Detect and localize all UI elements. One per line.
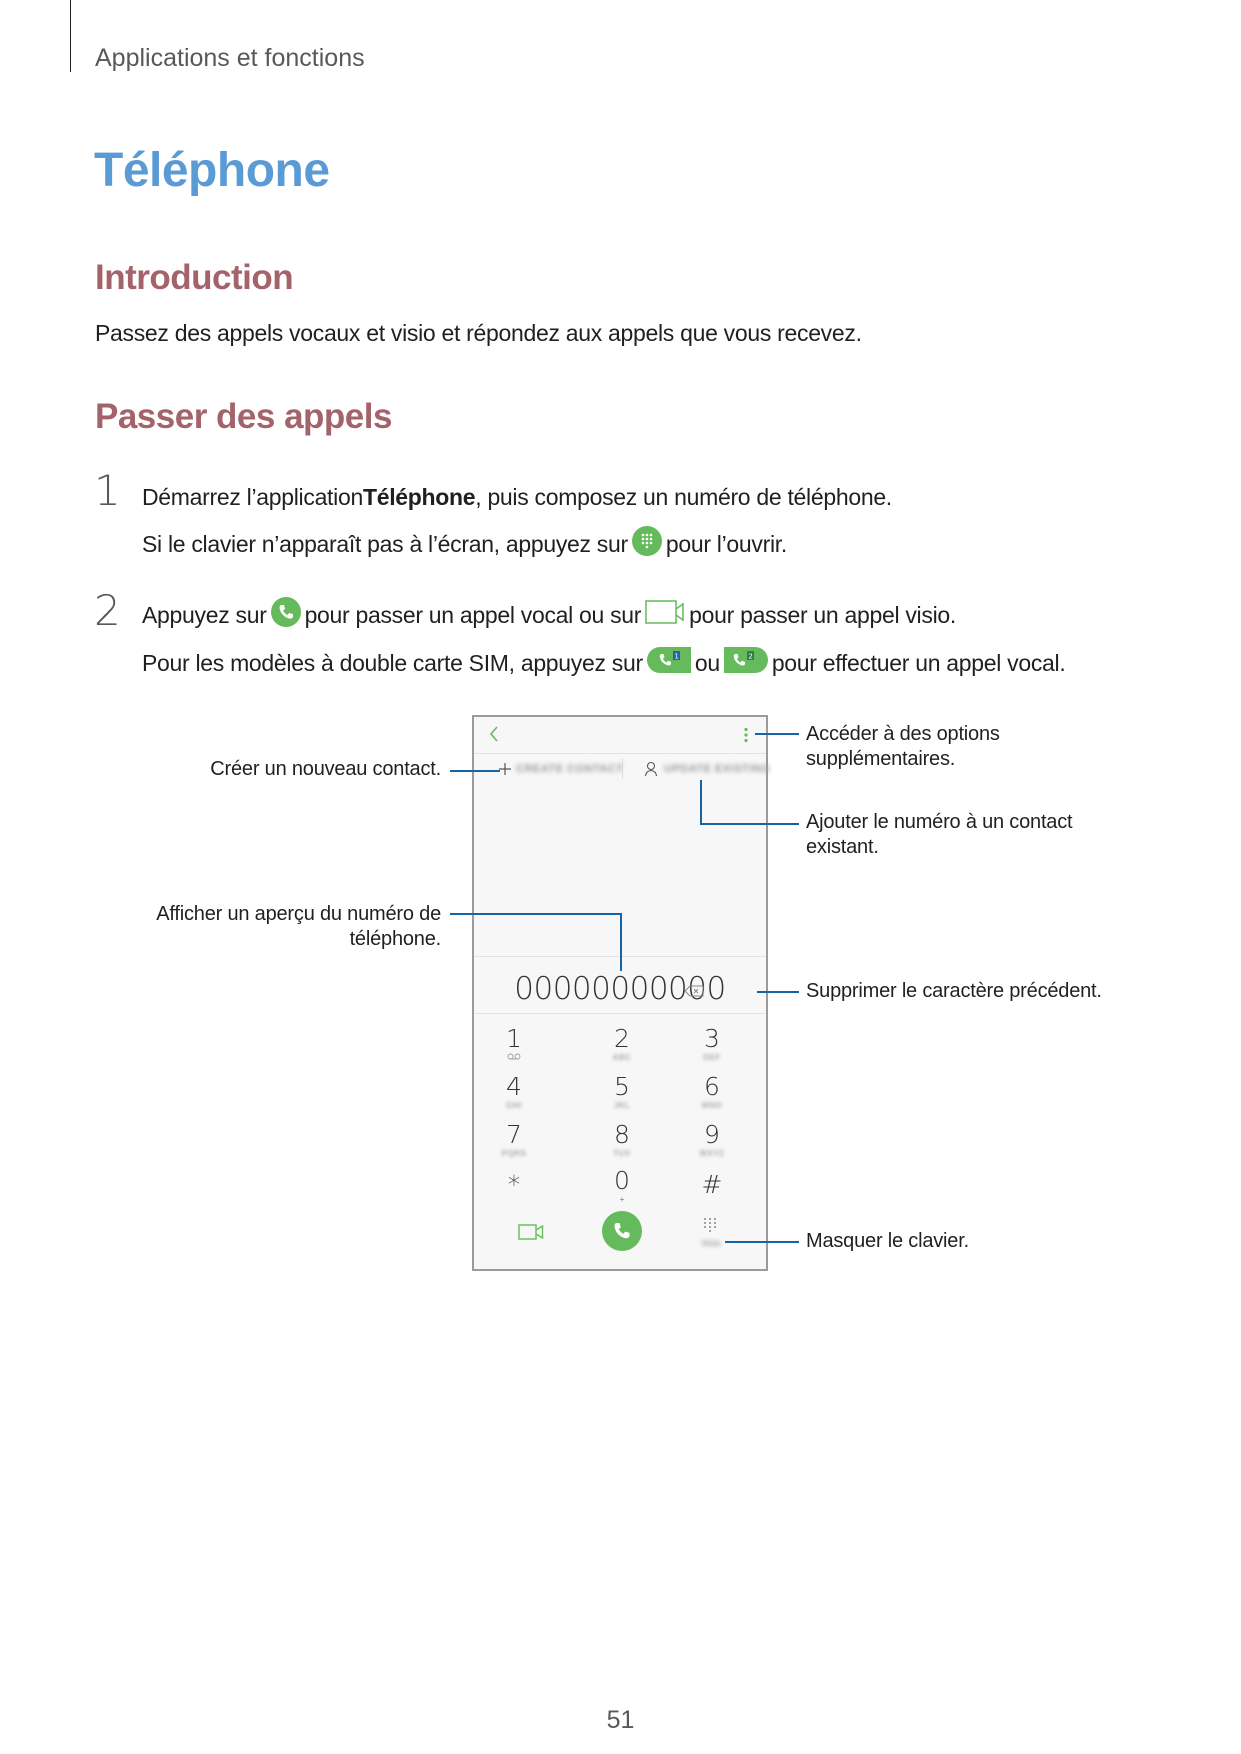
svg-text:1: 1 <box>674 653 678 661</box>
step-1-line-1: Démarrez l’application Téléphone, puis c… <box>142 481 892 513</box>
leader-line <box>620 913 622 971</box>
annotation-hide-keypad: Masquer le clavier. <box>806 1230 969 1252</box>
voice-call-button[interactable] <box>602 1211 642 1251</box>
step-text: pour effectuer un appel vocal. <box>771 649 1066 676</box>
key-5[interactable]: 5 JKL <box>592 1073 652 1111</box>
key-hash[interactable]: # <box>682 1171 742 1199</box>
sim1-call-icon: 1 <box>646 647 691 679</box>
update-existing-label[interactable]: UPDATE EXISTING <box>664 763 770 775</box>
running-header: Applications et fonctions <box>95 44 365 72</box>
divider <box>622 759 623 779</box>
key-9[interactable]: 9 WXYZ <box>682 1121 742 1159</box>
introduction-body: Passez des appels vocaux et visio et rép… <box>95 320 862 346</box>
step-text: Pour les modèles à double carte SIM, app… <box>142 649 643 676</box>
app-name: Téléphone <box>362 483 476 510</box>
step-text: Démarrez l’application <box>142 483 363 510</box>
step-text: Si le clavier n’apparaît pas à l’écran, … <box>142 530 628 557</box>
contact-actions-row: CREATE CONTACT UPDATE EXISTING <box>474 754 770 786</box>
step-number: 1 <box>94 466 121 515</box>
keypad-icon <box>631 526 662 562</box>
backspace-icon[interactable] <box>684 984 704 1002</box>
step-2-line-2: Pour les modèles à double carte SIM, app… <box>142 647 1066 679</box>
annotation-preview-number: Afficher un aperçu du numéro de téléphone… <box>156 903 441 950</box>
step-text: ou <box>694 649 720 676</box>
leader-line <box>757 991 799 993</box>
key-0[interactable]: 0 + <box>592 1167 652 1205</box>
margin-rule <box>70 0 71 72</box>
leader-line <box>755 733 799 735</box>
voice-call-icon <box>270 597 301 633</box>
annotation-delete-char: Supprimer le caractère précédent. <box>806 980 1102 1002</box>
create-contact-label[interactable]: CREATE CONTACT <box>516 763 623 775</box>
sim2-call-icon: 2 <box>723 647 768 679</box>
more-options-icon[interactable] <box>743 727 749 748</box>
phone-top-bar <box>474 717 766 754</box>
leader-line <box>450 913 622 915</box>
hide-keypad-label: Hide <box>702 1239 722 1248</box>
step-number: 2 <box>94 586 121 635</box>
step-text: Appuyez sur <box>142 601 267 628</box>
person-icon[interactable] <box>644 761 658 782</box>
section-title-passer-des-appels: Passer des appels <box>95 397 392 436</box>
video-call-icon <box>645 599 685 631</box>
key-4[interactable]: 4 GHI <box>484 1073 544 1111</box>
key-3[interactable]: 3 DEF <box>682 1025 742 1063</box>
annotation-more-options: Accéder à des options supplémentaires. <box>806 723 1000 770</box>
leader-line <box>450 770 500 772</box>
section-title-introduction: Introduction <box>95 258 294 297</box>
key-2[interactable]: 2 ABC <box>592 1025 652 1063</box>
annotation-create-contact: Créer un nouveau contact. <box>210 758 441 780</box>
svg-text:2: 2 <box>748 653 752 661</box>
separator <box>474 1013 766 1014</box>
key-7[interactable]: 7 PQRS <box>484 1121 544 1159</box>
step-text: pour l’ouvrir. <box>665 530 787 557</box>
step-1-line-2: Si le clavier n’apparaît pas à l’écran, … <box>142 526 787 562</box>
create-contact-button[interactable] <box>498 762 512 781</box>
key-star[interactable]: * <box>484 1171 544 1199</box>
video-call-button[interactable] <box>518 1224 544 1245</box>
phone-icon <box>614 1223 630 1239</box>
step-2-line-1: Appuyez sur pour passer un appel vocal o… <box>142 597 956 633</box>
step-text: pour passer un appel visio. <box>689 601 956 628</box>
step-text: , puis composez un numéro de téléphone. <box>475 483 892 510</box>
leader-line <box>700 780 702 825</box>
phone-screen-mockup: CREATE CONTACT UPDATE EXISTING 000000000… <box>472 715 770 1271</box>
voicemail-icon <box>484 1053 544 1063</box>
key-1[interactable]: 1 <box>484 1025 544 1063</box>
chapter-title: Téléphone <box>94 144 330 197</box>
key-6[interactable]: 6 MNO <box>682 1073 742 1111</box>
leader-line <box>725 1241 799 1243</box>
step-text: pour passer un appel vocal ou sur <box>304 601 642 628</box>
phone-number-display[interactable]: 00000000000 <box>474 971 766 1007</box>
leader-line <box>700 823 799 825</box>
key-8[interactable]: 8 TUV <box>592 1121 652 1159</box>
back-icon[interactable] <box>488 725 500 748</box>
page-number: 51 <box>606 1706 635 1734</box>
annotation-update-existing: Ajouter le numéro à un contact existant. <box>806 811 1073 858</box>
